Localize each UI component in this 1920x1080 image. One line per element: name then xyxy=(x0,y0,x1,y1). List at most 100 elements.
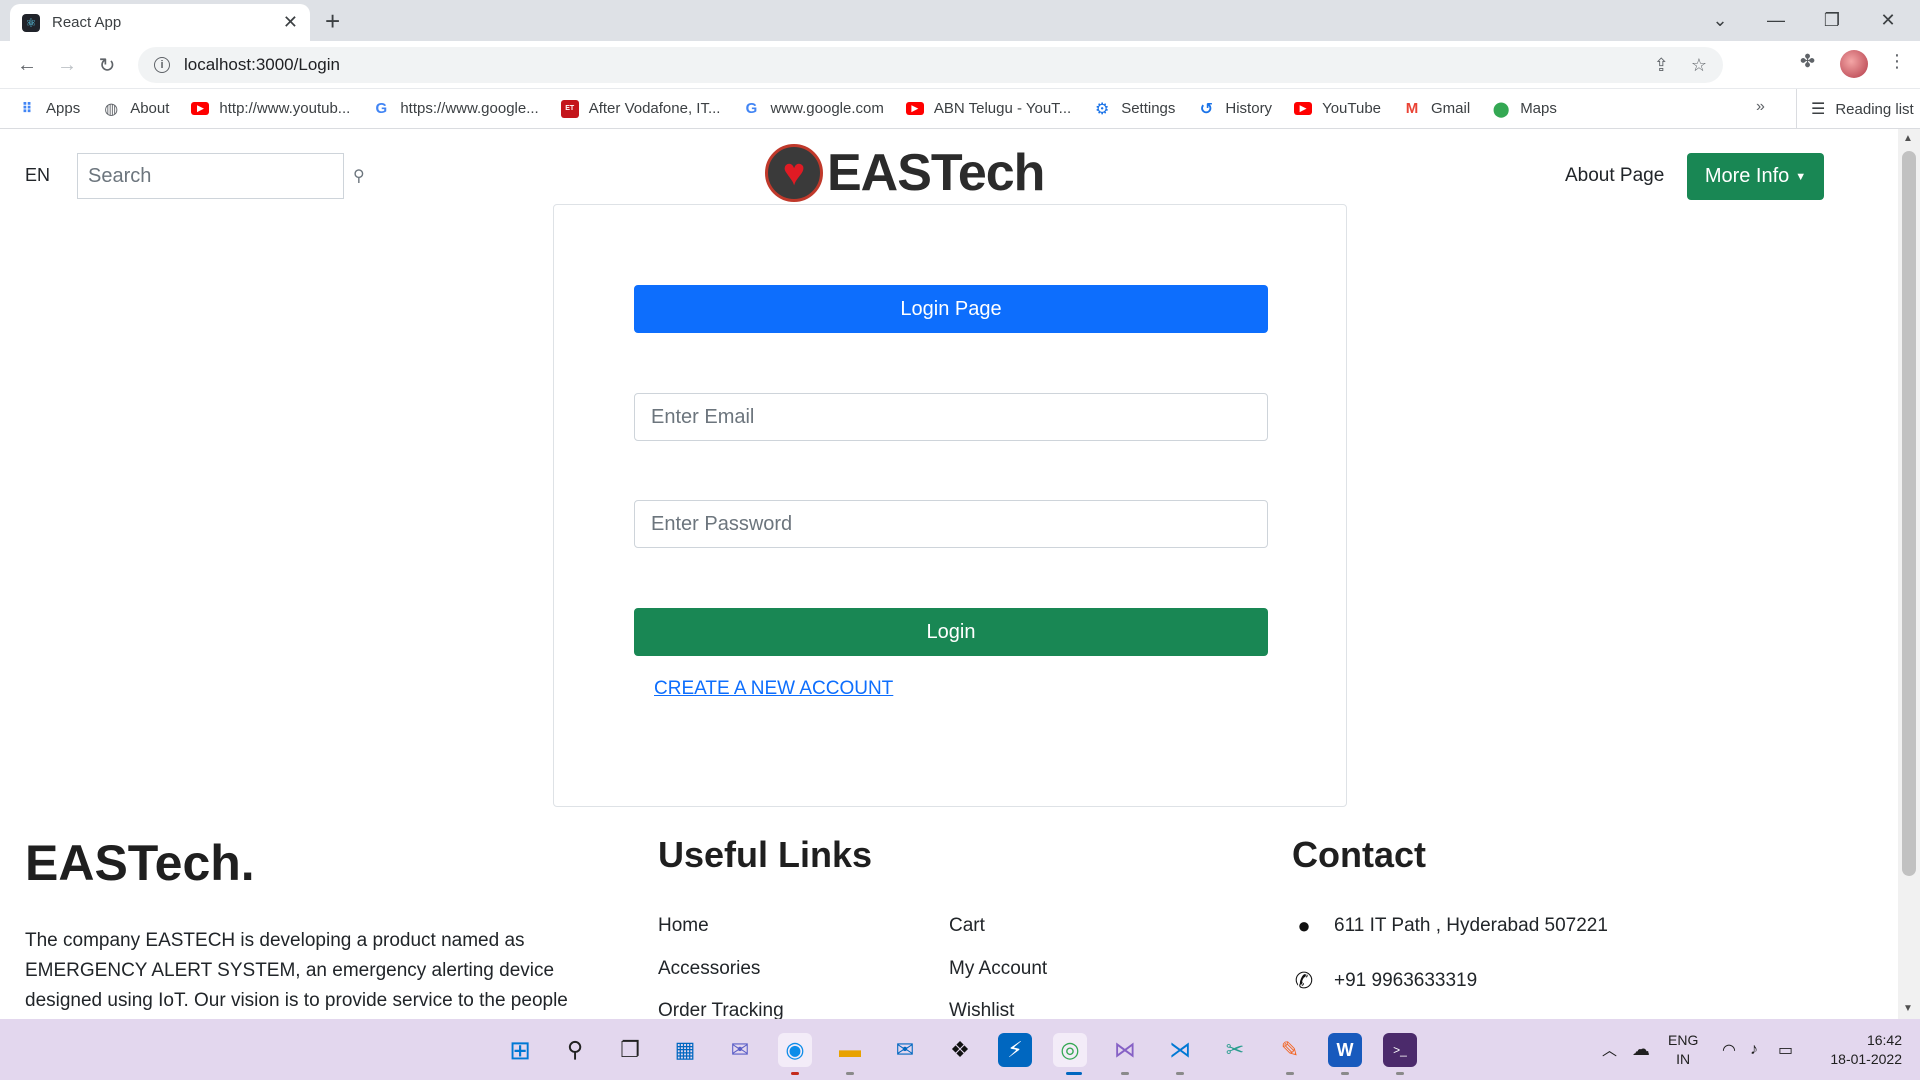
bookmark-google-home[interactable]: G www.google.com xyxy=(742,100,884,118)
close-window-button[interactable]: ✕ xyxy=(1860,0,1916,41)
taskbar-clock[interactable]: 16:42 18-01-2022 xyxy=(1822,1031,1902,1069)
footer-brand: EASTech. xyxy=(25,835,255,891)
input-language-indicator[interactable]: ENG IN xyxy=(1668,1031,1698,1069)
edge-icon[interactable]: ◉ xyxy=(778,1033,812,1067)
footer-link-my-account[interactable]: My Account xyxy=(949,958,1047,980)
show-hidden-icons-chevron-icon[interactable]: ︿ xyxy=(1602,1019,1617,1080)
reading-list-icon: ☰ xyxy=(1811,101,1826,118)
email-input[interactable] xyxy=(651,405,1251,429)
bookmark-abn[interactable]: ▶ ABN Telugu - YouT... xyxy=(905,100,1072,117)
teams-chat-icon[interactable]: ✉ xyxy=(723,1033,757,1067)
phone-text: +91 9963633319 xyxy=(1334,970,1478,991)
more-info-label: More Info xyxy=(1704,165,1790,187)
create-account-link[interactable]: CREATE A NEW ACCOUNT xyxy=(654,678,893,700)
back-icon[interactable]: ← xyxy=(13,51,41,79)
word-indicator xyxy=(1341,1072,1349,1075)
more-bookmarks-button[interactable]: » xyxy=(1756,98,1765,116)
scroll-down-arrow-icon[interactable]: ▼ xyxy=(1903,1003,1913,1014)
bookmark-label: Gmail xyxy=(1431,100,1471,117)
postman-icon[interactable]: ✎ xyxy=(1273,1033,1307,1067)
address-bar[interactable]: i localhost:3000/Login ⇪ ☆ xyxy=(138,47,1723,83)
tab-search-icon[interactable]: ⌄ xyxy=(1692,0,1748,41)
start-windows-icon[interactable]: ⊞ xyxy=(503,1033,537,1067)
bookmark-settings[interactable]: ⚙ Settings xyxy=(1093,100,1175,118)
search-icon[interactable]: ⚲ xyxy=(353,166,365,186)
news-icon: ET xyxy=(560,99,579,118)
bookmark-news[interactable]: ET After Vodafone, IT... xyxy=(560,99,720,118)
useful-links-heading: Useful Links xyxy=(658,834,873,875)
close-tab-icon[interactable]: ✕ xyxy=(283,12,298,33)
store-icon[interactable]: ⚡ xyxy=(998,1033,1032,1067)
bookmark-gmail[interactable]: M Gmail xyxy=(1403,100,1470,118)
email-field[interactable] xyxy=(634,393,1268,441)
footer-link-wishlist[interactable]: Wishlist xyxy=(949,1000,1014,1019)
heart-logo-icon: ♥ xyxy=(765,144,823,202)
bookmark-google-link[interactable]: G https://www.google... xyxy=(372,100,538,118)
site-info-icon[interactable]: i xyxy=(154,57,170,73)
footer-link-home[interactable]: Home xyxy=(658,915,709,937)
word-icon[interactable]: W xyxy=(1328,1033,1362,1067)
url-text[interactable]: localhost:3000/Login xyxy=(184,55,1632,75)
search-input[interactable] xyxy=(88,164,353,188)
login-button[interactable]: Login xyxy=(634,608,1268,656)
reload-icon[interactable]: ↻ xyxy=(93,51,121,79)
visual-studio-icon[interactable]: ⋈ xyxy=(1108,1033,1142,1067)
minimize-button[interactable]: — xyxy=(1748,0,1804,41)
extensions-icon[interactable]: ✤ xyxy=(1800,51,1815,72)
forward-icon[interactable]: → xyxy=(53,51,81,79)
page-scrollbar[interactable]: ▲ ▼ xyxy=(1898,129,1920,1019)
snipping-tool-icon[interactable]: ✂ xyxy=(1218,1033,1252,1067)
bookmark-about[interactable]: ◍ About xyxy=(102,100,169,118)
bookmark-star-icon[interactable]: ☆ xyxy=(1691,55,1707,76)
bookmark-apps[interactable]: ⠿ Apps xyxy=(18,100,81,118)
volume-icon[interactable]: ♪ xyxy=(1750,1019,1758,1080)
password-input[interactable] xyxy=(651,512,1251,536)
scroll-up-arrow-icon[interactable]: ▲ xyxy=(1903,133,1913,144)
mail-icon[interactable]: ✉ xyxy=(888,1033,922,1067)
clock-date: 18-01-2022 xyxy=(1830,1051,1902,1067)
bookmark-label: ABN Telugu - YouT... xyxy=(933,100,1072,117)
widgets-icon[interactable]: ▦ xyxy=(668,1033,702,1067)
restore-button[interactable]: ❐ xyxy=(1804,0,1860,41)
lang-line-2: IN xyxy=(1676,1051,1691,1067)
search-icon[interactable]: ⚲ xyxy=(558,1033,592,1067)
scrollbar-thumb[interactable] xyxy=(1902,151,1916,876)
bookmark-youtube-link[interactable]: ▶ http://www.youtub... xyxy=(191,100,350,117)
onedrive-cloud-icon[interactable]: ☁ xyxy=(1632,1019,1650,1080)
password-field[interactable] xyxy=(634,500,1268,548)
search-field[interactable]: ⚲ xyxy=(77,153,365,199)
profile-avatar[interactable] xyxy=(1840,50,1868,78)
bookmark-label: YouTube xyxy=(1322,100,1382,117)
new-tab-button[interactable]: + xyxy=(325,8,340,34)
vscode-icon[interactable]: ⋊ xyxy=(1163,1033,1197,1067)
file-explorer-icon[interactable]: ▬ xyxy=(833,1033,867,1067)
language-selector[interactable]: EN xyxy=(25,165,50,186)
terminal-icon[interactable]: >_ xyxy=(1383,1033,1417,1067)
chrome-menu-icon[interactable]: ⋮ xyxy=(1888,51,1906,72)
more-info-dropdown-button[interactable]: More Info ▼ xyxy=(1687,153,1824,200)
login-card: Login Page Login CREATE A NEW ACCOUNT xyxy=(553,204,1347,807)
footer-link-order-tracking[interactable]: Order Tracking xyxy=(658,1000,784,1019)
wifi-icon[interactable]: ◠ xyxy=(1722,1019,1736,1080)
reading-list-label: Reading list xyxy=(1835,100,1914,118)
bookmark-maps[interactable]: ⬤ Maps xyxy=(1492,100,1557,118)
bookmark-youtube[interactable]: ▶ YouTube xyxy=(1294,100,1381,117)
youtube-icon: ▶ xyxy=(905,102,924,115)
login-page-button[interactable]: Login Page xyxy=(634,285,1268,333)
battery-icon[interactable]: ▭ xyxy=(1778,1019,1793,1080)
bookmark-history[interactable]: ↺ History xyxy=(1197,100,1272,118)
apps-grid-icon: ⠿ xyxy=(21,100,33,116)
browser-tab[interactable]: ⚛ React App ✕ xyxy=(10,4,310,41)
footer-link-accessories[interactable]: Accessories xyxy=(658,958,760,980)
about-page-link[interactable]: About Page xyxy=(1565,165,1664,187)
task-view-icon[interactable]: ❐ xyxy=(613,1033,647,1067)
browser-toolbar: ← → ↻ i localhost:3000/Login ⇪ ☆ ✤ ⋮ xyxy=(0,41,1920,89)
share-icon[interactable]: ⇪ xyxy=(1654,55,1669,76)
reading-list-button[interactable]: ☰ Reading list xyxy=(1796,89,1914,129)
chrome-icon[interactable]: ◎ xyxy=(1053,1033,1087,1067)
footer-link-cart[interactable]: Cart xyxy=(949,915,985,937)
dropbox-icon[interactable]: ❖ xyxy=(943,1033,977,1067)
history-icon: ↺ xyxy=(1199,100,1214,118)
site-logo[interactable]: ♥ EASTech xyxy=(765,143,1045,203)
postman-indicator xyxy=(1286,1072,1294,1075)
